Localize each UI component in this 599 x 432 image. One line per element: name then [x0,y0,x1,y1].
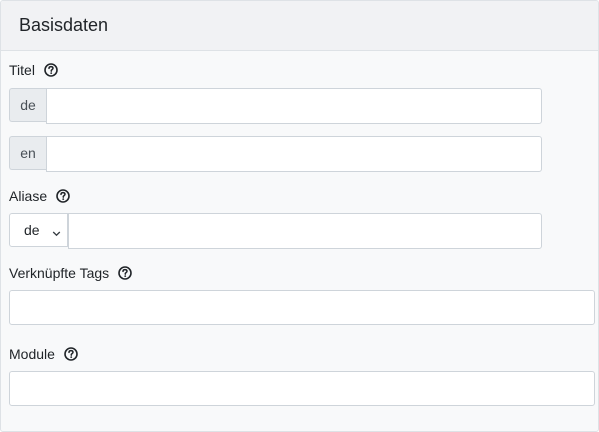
module-label: Module [9,346,55,362]
module-help-icon[interactable] [64,347,78,361]
chevron-down-icon [52,225,61,241]
titel-de-group: de [9,88,542,124]
titel-en-addon: en [9,136,46,170]
titel-de-addon: de [9,88,46,122]
basisdaten-card: Basisdaten Titel de en Aliase de Verknüp… [0,0,599,432]
tags-input[interactable] [9,290,595,325]
aliase-label-row: Aliase [9,188,70,204]
titel-en-input[interactable] [46,136,542,172]
module-input[interactable] [9,371,595,406]
aliase-label: Aliase [9,188,48,204]
aliase-language-select[interactable]: de [9,213,68,247]
tags-label-row: Verknüpfte Tags [9,265,132,281]
card-title: Basisdaten [19,15,109,35]
aliase-help-icon[interactable] [56,189,70,203]
module-label-row: Module [9,346,78,362]
titel-label: Titel [9,62,35,78]
titel-label-row: Titel [9,62,58,78]
tags-label: Verknüpfte Tags [9,265,110,281]
card-header: Basisdaten [1,1,598,51]
aliase-language-value: de [24,222,40,238]
titel-help-icon[interactable] [44,63,58,77]
titel-de-input[interactable] [46,88,542,124]
titel-en-group: en [9,136,542,172]
tags-help-icon[interactable] [118,266,132,280]
aliase-group: de [9,213,542,249]
aliase-input[interactable] [68,213,542,249]
